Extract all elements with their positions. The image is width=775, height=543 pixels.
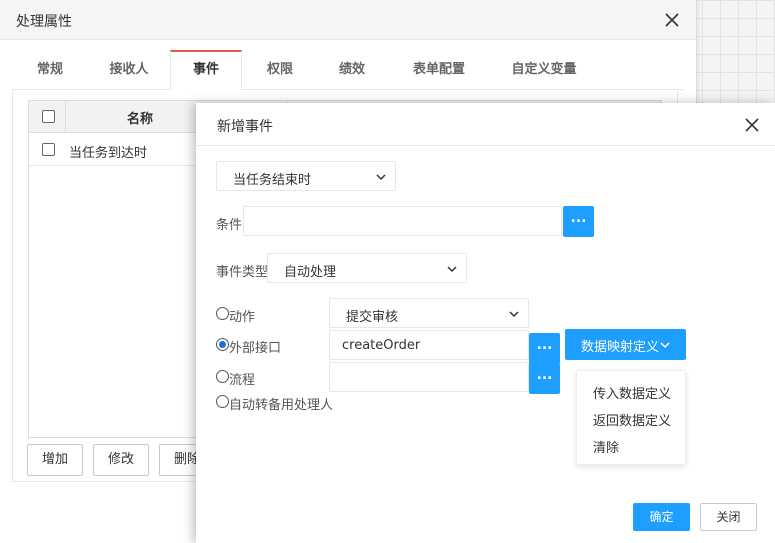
add-button[interactable]: 增加 (27, 444, 83, 476)
new-event-dialog-header: 新增事件 (196, 103, 775, 146)
radio-action[interactable] (216, 307, 229, 320)
chevron-down-icon (660, 342, 670, 349)
data-mapping-button-label: 数据映射定义 (581, 340, 660, 355)
external-api-input[interactable]: createOrder (329, 330, 529, 360)
properties-dialog-title: 处理属性 (16, 14, 72, 30)
new-event-dialog: 新增事件 当任务结束时 条件 ... 事件类型 自动处理 动作 提交审核 外部接… (196, 103, 775, 543)
event-type-select-value: 自动处理 (284, 265, 337, 280)
column-header-name: 名称 (127, 112, 154, 127)
tab-general[interactable]: 常规 (18, 50, 82, 90)
condition-input[interactable] (243, 206, 562, 236)
confirm-button[interactable]: 确定 (633, 503, 690, 531)
condition-label: 条件 (216, 218, 243, 233)
action-select-value: 提交审核 (346, 310, 399, 325)
row-checkbox[interactable] (42, 143, 55, 156)
condition-picker-button[interactable]: ... (563, 206, 594, 237)
menu-item-clear[interactable]: 清除 (593, 437, 619, 456)
radio-flow-label: 流程 (229, 373, 256, 388)
radio-flow[interactable] (216, 370, 229, 383)
properties-dialog-header: 处理属性 (0, 0, 696, 40)
flow-picker-button[interactable]: ... (529, 363, 560, 394)
tab-form-config[interactable]: 表单配置 (404, 50, 474, 90)
column-divider (65, 101, 66, 132)
menu-item-return-mapping[interactable]: 返回数据定义 (593, 410, 671, 429)
trigger-select[interactable]: 当任务结束时 (216, 161, 396, 191)
radio-action-label: 动作 (229, 310, 256, 325)
tab-bar: 常规 接收人 事件 权限 绩效 表单配置 自定义变量 (12, 50, 684, 90)
close-icon[interactable] (742, 115, 762, 135)
chevron-down-icon (509, 311, 519, 318)
external-api-picker-button[interactable]: ... (529, 333, 560, 364)
tab-events[interactable]: 事件 (170, 50, 242, 90)
modify-button[interactable]: 修改 (93, 444, 149, 476)
tab-custom-variables[interactable]: 自定义变量 (502, 50, 586, 90)
row-name-cell: 当任务到达时 (69, 146, 148, 161)
event-type-label: 事件类型 (216, 265, 269, 280)
new-event-dialog-title: 新增事件 (217, 119, 273, 135)
menu-item-input-mapping[interactable]: 传入数据定义 (593, 383, 671, 402)
tab-performance[interactable]: 绩效 (324, 50, 380, 90)
external-api-value: createOrder (342, 338, 421, 353)
flow-input[interactable] (329, 362, 529, 392)
tab-recipients[interactable]: 接收人 (94, 50, 164, 90)
radio-auto-transfer-label: 自动转备用处理人 (229, 398, 334, 413)
chevron-down-icon (447, 266, 457, 273)
action-select[interactable]: 提交审核 (329, 298, 529, 328)
radio-external-api-label: 外部接口 (229, 341, 282, 356)
close-icon[interactable] (662, 10, 682, 30)
tab-permissions[interactable]: 权限 (252, 50, 308, 90)
data-mapping-menu: 传入数据定义 返回数据定义 清除 (576, 370, 686, 465)
close-button[interactable]: 关闭 (700, 503, 757, 531)
select-all-checkbox[interactable] (42, 110, 55, 123)
trigger-select-value: 当任务结束时 (233, 173, 312, 188)
radio-auto-transfer[interactable] (216, 395, 229, 408)
data-mapping-button[interactable]: 数据映射定义 (565, 329, 686, 360)
radio-external-api[interactable] (216, 338, 229, 351)
chevron-down-icon (376, 174, 386, 181)
event-type-select[interactable]: 自动处理 (267, 253, 467, 283)
